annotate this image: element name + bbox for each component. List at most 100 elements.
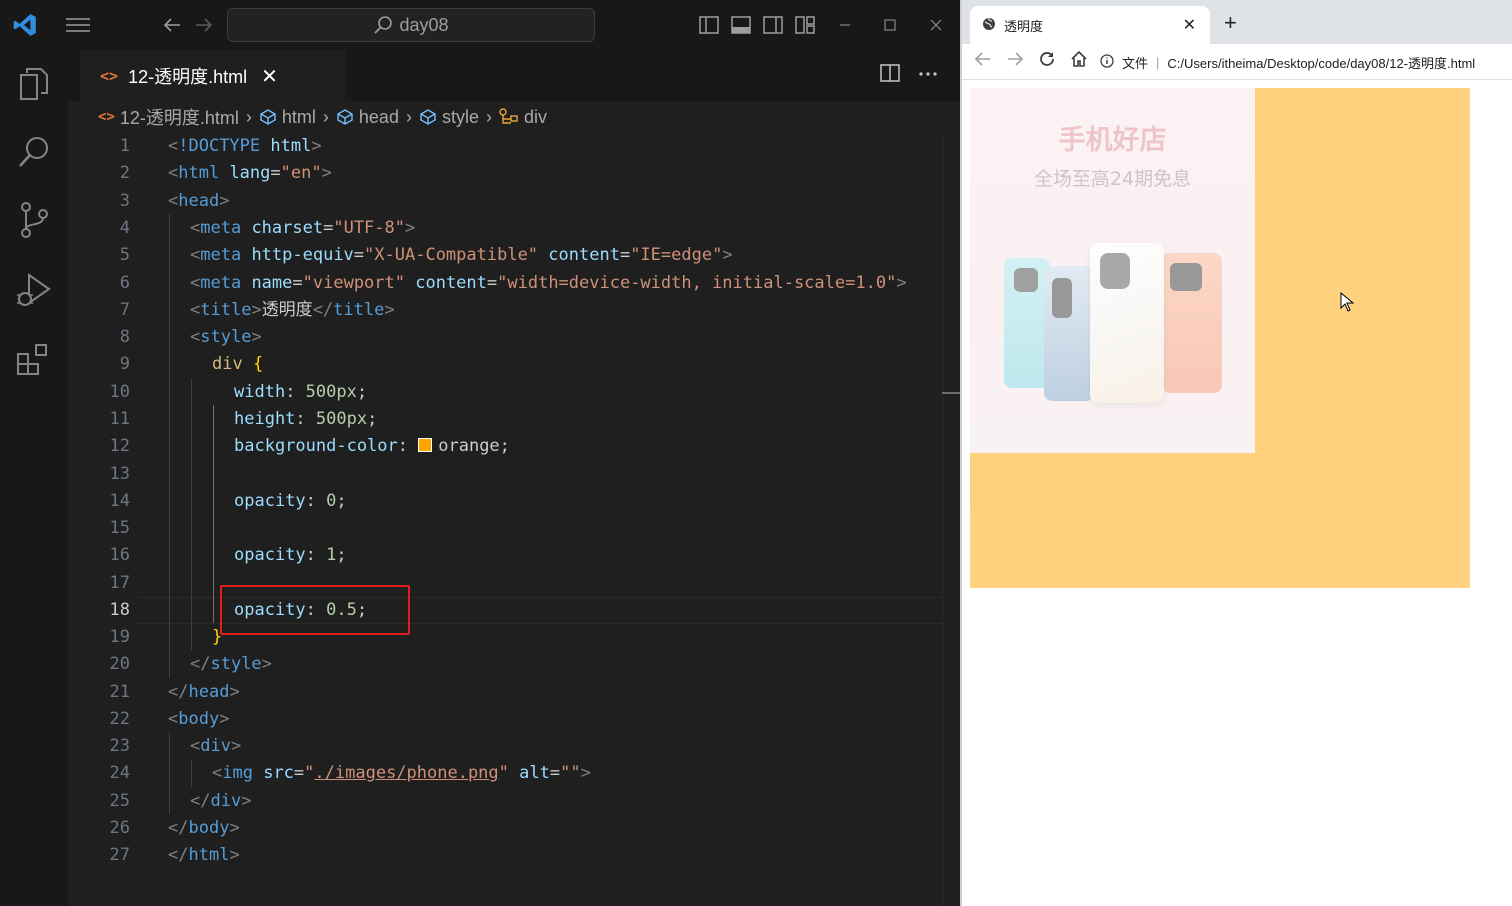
- chevron-right-icon: ›: [322, 106, 329, 127]
- source-control-icon[interactable]: [14, 200, 54, 240]
- search-icon: [374, 16, 393, 34]
- camera-icon: [1100, 253, 1130, 289]
- mouse-cursor-icon: [1340, 291, 1355, 317]
- chevron-right-icon: ›: [485, 106, 492, 127]
- address-bar[interactable]: 文件 | C:/Users/itheima/Desktop/code/day08…: [1100, 50, 1512, 74]
- close-tab-icon[interactable]: ✕: [1183, 15, 1196, 35]
- vscode-logo-icon: [10, 10, 40, 40]
- editor-tab[interactable]: <> 12-透明度.html ✕: [80, 50, 345, 101]
- line-number: 14: [109, 491, 130, 511]
- token: <: [190, 736, 201, 756]
- code-line: 10 width: 500px;: [68, 379, 942, 406]
- home-icon[interactable]: [1070, 50, 1088, 73]
- breadcrumb-item-html[interactable]: html: [282, 107, 316, 128]
- command-center-search[interactable]: day08: [227, 8, 595, 42]
- token: {: [242, 354, 264, 374]
- code-line: 20 </style>: [68, 651, 942, 678]
- code-line: 22 <body>: [68, 706, 942, 733]
- camera-icon: [1170, 263, 1202, 291]
- split-editor-icon[interactable]: [880, 64, 900, 87]
- line-number: 19: [109, 627, 130, 647]
- token: !DOCTYPE: [178, 136, 261, 156]
- breadcrumb-item-div[interactable]: div: [524, 107, 547, 128]
- code-line: 9 div {: [68, 351, 942, 378]
- token: <: [190, 300, 201, 320]
- line-number: 8: [119, 327, 130, 347]
- browser-tab[interactable]: 透明度 ✕: [970, 6, 1210, 44]
- breadcrumb-item-style[interactable]: style: [442, 107, 479, 128]
- line-number: 12: [109, 436, 130, 456]
- line-number: 20: [109, 654, 130, 674]
- breadcrumb-item-head[interactable]: head: [359, 107, 399, 128]
- token: <: [168, 136, 179, 156]
- browser-toolbar: 文件 | C:/Users/itheima/Desktop/code/day08…: [962, 44, 1512, 80]
- token: "": [560, 763, 581, 783]
- line-number: 6: [119, 273, 130, 293]
- toggle-secondary-sidebar-icon[interactable]: [761, 14, 785, 36]
- code-editor[interactable]: 1 <!DOCTYPE html> 2 <html lang="en"> 3 <hea…: [68, 133, 942, 906]
- toggle-primary-sidebar-icon[interactable]: [697, 14, 721, 36]
- line-number: 16: [109, 545, 130, 565]
- token: img: [222, 763, 253, 783]
- more-actions-icon[interactable]: [918, 62, 938, 87]
- token: http-equiv: [241, 245, 354, 265]
- token: >: [251, 327, 262, 347]
- line-number: 21: [109, 682, 130, 702]
- token: =: [270, 163, 281, 183]
- link-token[interactable]: ./images/phone.png: [314, 763, 498, 783]
- search-view-icon[interactable]: [14, 132, 54, 172]
- extensions-icon[interactable]: [14, 340, 54, 380]
- line-number: 7: [119, 300, 130, 320]
- code-line: 15: [68, 515, 942, 542]
- explorer-icon[interactable]: [14, 64, 54, 104]
- token: :: [397, 436, 419, 456]
- line-number: 17: [109, 573, 130, 593]
- token: =: [353, 245, 365, 265]
- maximize-icon[interactable]: [878, 14, 902, 36]
- token: html: [178, 163, 220, 183]
- run-debug-icon[interactable]: [14, 270, 54, 310]
- line-number: 18: [109, 600, 130, 620]
- token: "width=device-width, initial-scale=1.0": [497, 273, 897, 293]
- token: ;: [336, 545, 347, 565]
- tab-title: 12-透明度.html: [128, 67, 248, 87]
- editor-tab-bar: <> 12-透明度.html ✕: [68, 50, 960, 101]
- token: <: [168, 163, 179, 183]
- token: >: [219, 709, 230, 729]
- close-window-icon[interactable]: [924, 14, 948, 36]
- line-number: 23: [109, 736, 130, 756]
- back-arrow-icon[interactable]: [160, 14, 184, 36]
- close-tab-icon[interactable]: ✕: [261, 64, 278, 89]
- token: title: [200, 300, 252, 320]
- customize-layout-icon[interactable]: [793, 14, 817, 36]
- new-tab-icon[interactable]: +: [1224, 10, 1237, 36]
- line-number: 11: [109, 409, 130, 429]
- forward-arrow-icon[interactable]: [1006, 50, 1024, 73]
- info-icon[interactable]: [1100, 53, 1114, 71]
- toggle-panel-icon[interactable]: [729, 14, 753, 36]
- reload-icon[interactable]: [1038, 50, 1056, 73]
- token: >: [261, 654, 272, 674]
- token: </: [168, 682, 189, 702]
- code-line: 16 opacity: 1;: [68, 542, 942, 569]
- token: meta: [200, 218, 242, 238]
- back-arrow-icon[interactable]: [974, 50, 992, 73]
- token: </: [190, 791, 211, 811]
- breadcrumb-item-file[interactable]: 12-透明度.html: [120, 104, 239, 130]
- css-selector-icon: [499, 108, 519, 126]
- token: >: [384, 300, 395, 320]
- line-number: 5: [119, 245, 130, 265]
- code-line: 24 <img src="./images/phone.png" alt="">: [68, 760, 942, 787]
- chevron-right-icon: ›: [405, 106, 412, 127]
- code-line: 5 <meta http-equiv="X-UA-Compatible" cont…: [68, 242, 942, 269]
- editor-scrollbar[interactable]: [942, 133, 960, 906]
- menu-icon[interactable]: [62, 14, 94, 36]
- color-swatch[interactable]: [418, 438, 433, 452]
- address-prefix: 文件: [1122, 55, 1149, 71]
- minimize-icon[interactable]: [833, 14, 857, 36]
- token: content: [405, 273, 487, 293]
- token: content: [538, 245, 620, 265]
- forward-arrow-icon[interactable]: [192, 14, 216, 36]
- token: >: [229, 818, 240, 838]
- token: ": [498, 763, 509, 783]
